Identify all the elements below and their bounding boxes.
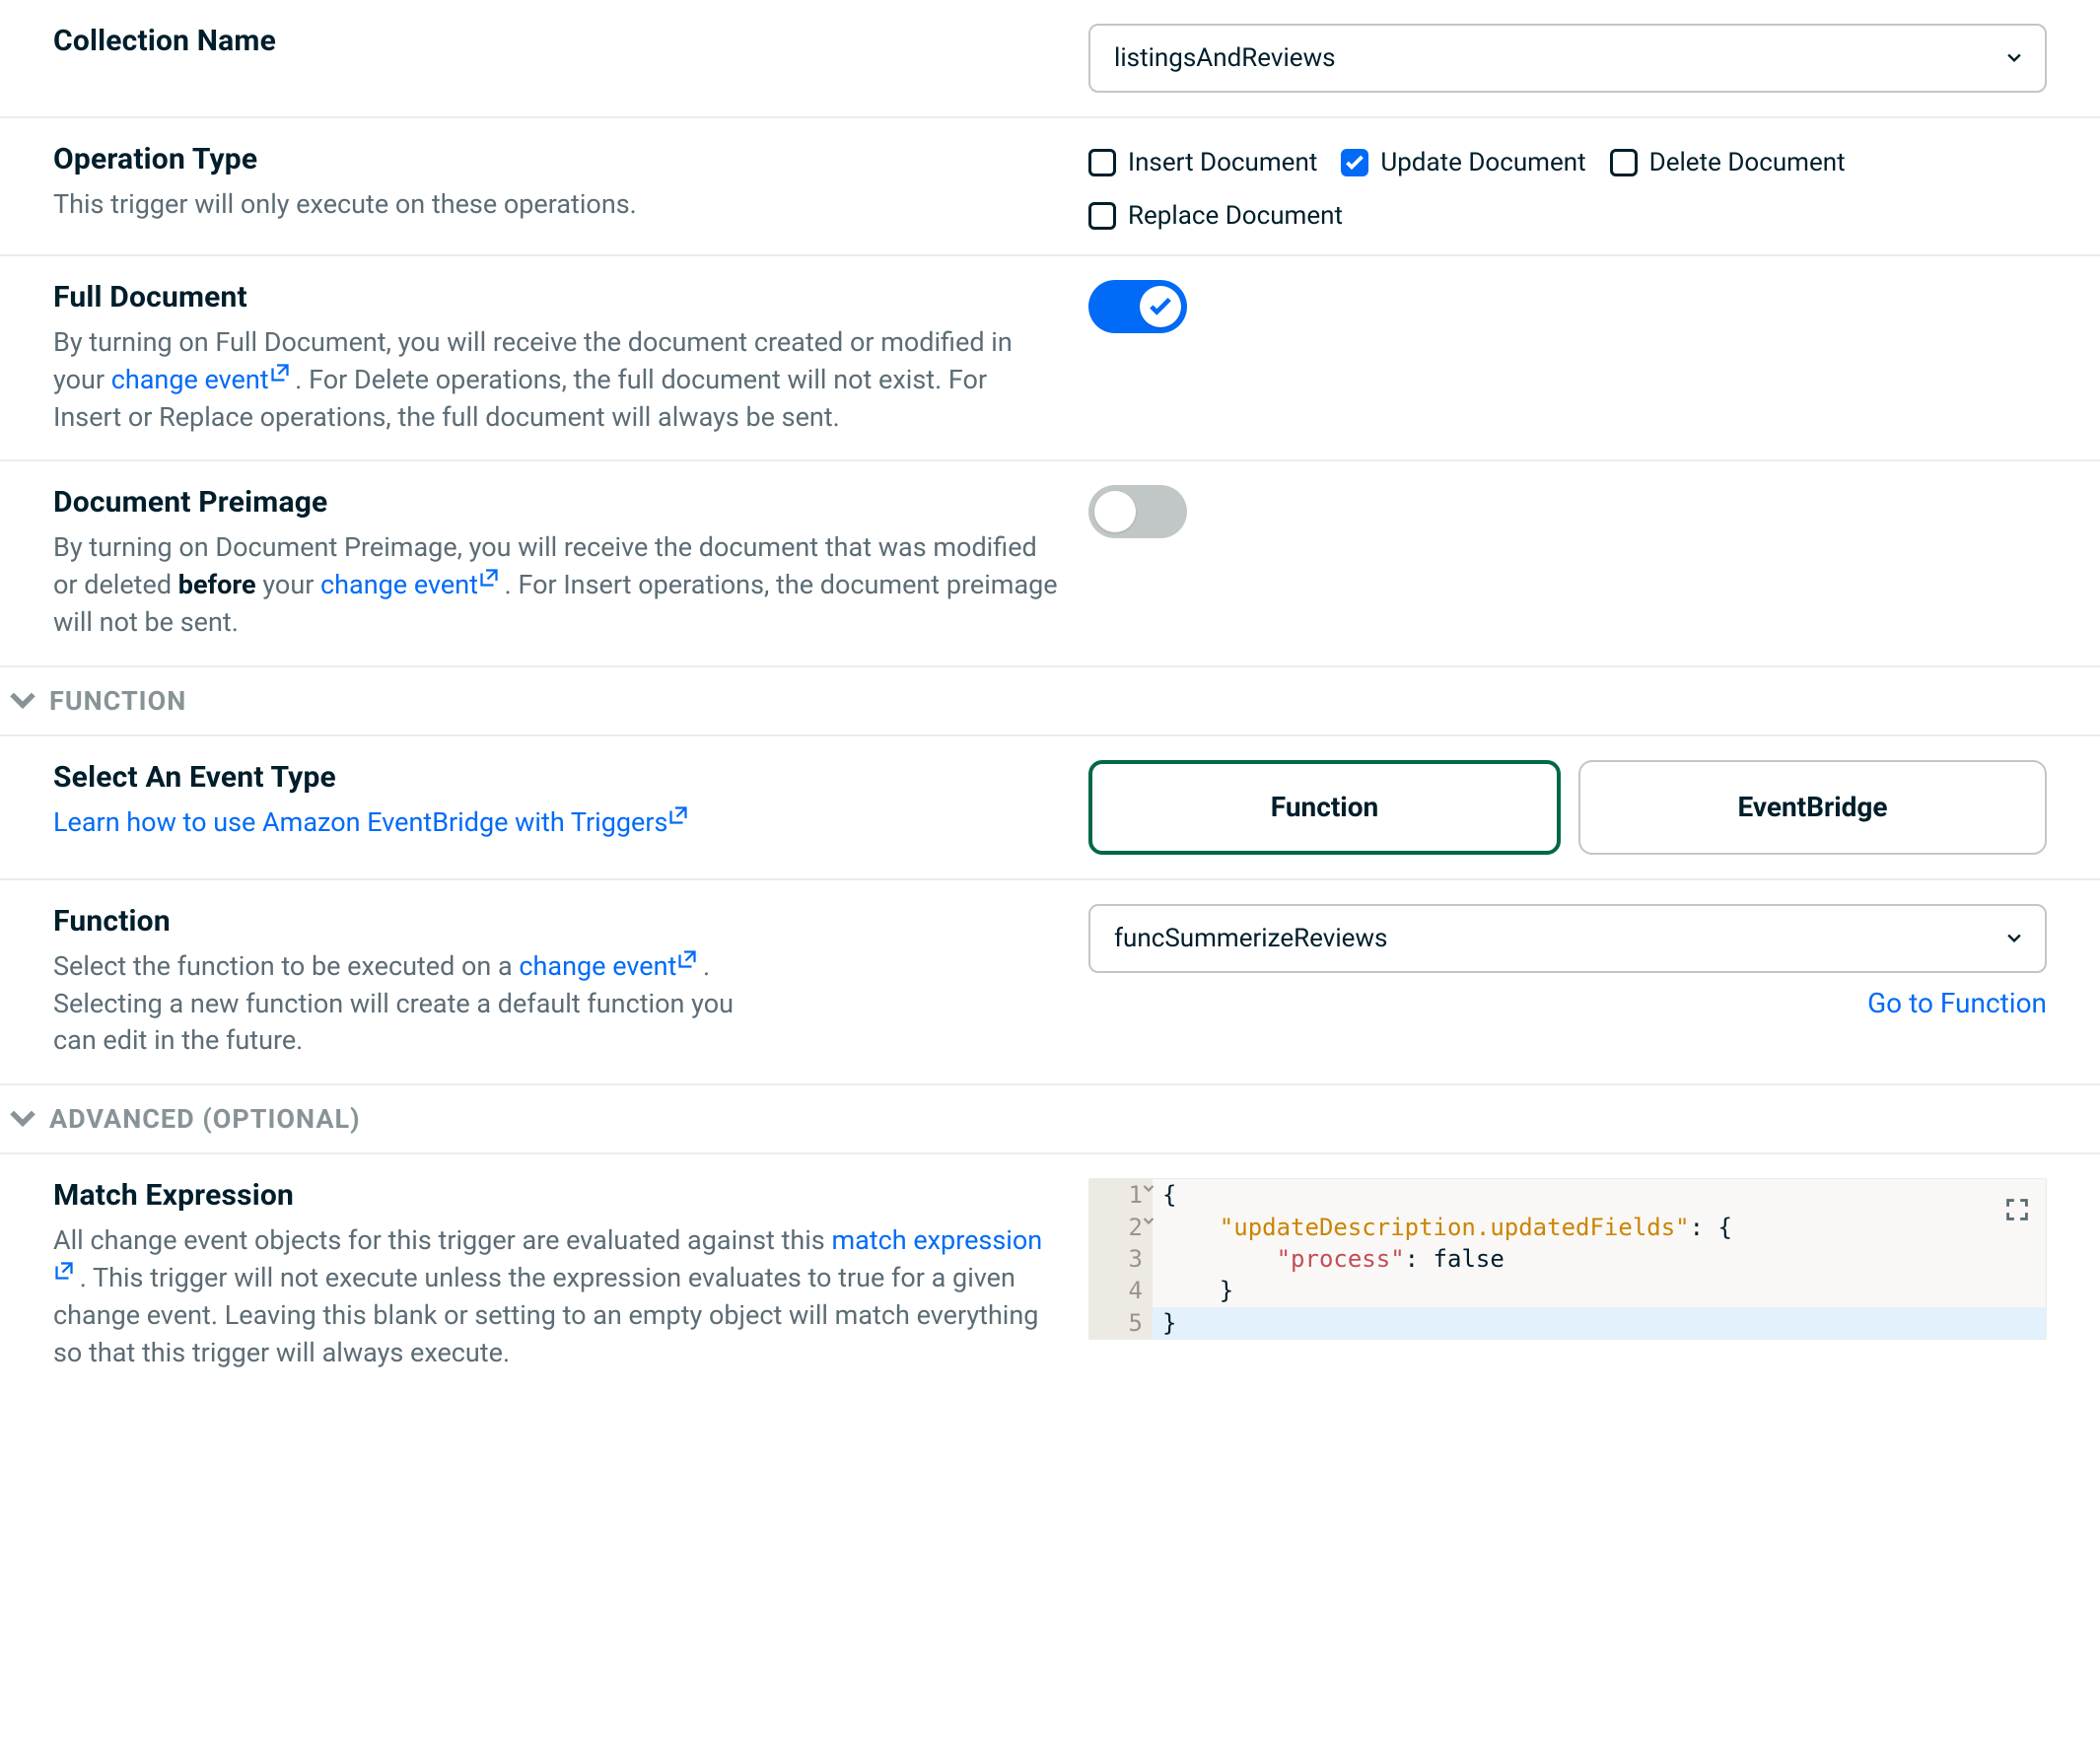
collection-name-value: listingsAndReviews	[1114, 43, 1336, 73]
function-value: funcSummerizeReviews	[1114, 924, 1387, 953]
code-line[interactable]: 5}	[1089, 1307, 2046, 1339]
full-document-help: By turning on Full Document, you will re…	[53, 324, 1059, 436]
match-expression-editor[interactable]: 1{2 "updateDescription.updatedFields": {…	[1088, 1178, 2047, 1340]
section-advanced-header[interactable]: ADVANCED (OPTIONAL)	[0, 1085, 2100, 1154]
document-preimage-toggle[interactable]	[1088, 485, 1187, 538]
code-line[interactable]: 2 "updateDescription.updatedFields": {	[1089, 1212, 2046, 1243]
insert-document-checkbox[interactable]: Insert Document	[1088, 148, 1317, 177]
code-line[interactable]: 1{	[1089, 1179, 2046, 1211]
external-link-icon	[678, 950, 696, 968]
collection-name-title: Collection Name	[53, 24, 1059, 58]
external-link-icon	[480, 569, 498, 587]
update-document-checkbox[interactable]: Update Document	[1341, 148, 1585, 177]
checkbox-label: Insert Document	[1128, 148, 1317, 177]
external-link-icon	[271, 364, 289, 382]
event-type-eventbridge-button[interactable]: EventBridge	[1578, 760, 2047, 855]
chevron-down-icon	[2007, 51, 2021, 65]
checkbox-icon	[1088, 202, 1116, 230]
expand-icon[interactable]	[2006, 1197, 2028, 1228]
checkbox-label: Replace Document	[1128, 201, 1343, 231]
checkbox-label: Delete Document	[1649, 148, 1846, 177]
checkbox-icon	[1610, 149, 1638, 176]
section-function-header[interactable]: FUNCTION	[0, 667, 2100, 736]
chevron-down-icon	[10, 688, 35, 714]
checkbox-icon	[1341, 149, 1368, 176]
chevron-down-icon	[2007, 932, 2021, 945]
code-line[interactable]: 3 "process": false	[1089, 1243, 2046, 1275]
document-preimage-help: By turning on Document Preimage, you wil…	[53, 529, 1059, 641]
full-document-toggle[interactable]	[1088, 280, 1187, 333]
checkbox-label: Update Document	[1380, 148, 1585, 177]
function-select[interactable]: funcSummerizeReviews	[1088, 904, 2047, 973]
fold-icon[interactable]	[1143, 1183, 1155, 1195]
full-document-title: Full Document	[53, 280, 1059, 314]
event-type-title: Select An Event Type	[53, 760, 1059, 795]
function-help: Select the function to be executed on a …	[53, 948, 763, 1060]
function-title: Function	[53, 904, 1059, 939]
learn-eventbridge-link[interactable]: Learn how to use Amazon EventBridge with…	[53, 806, 687, 838]
section-advanced-label: ADVANCED (OPTIONAL)	[49, 1103, 361, 1135]
section-function-label: FUNCTION	[49, 685, 186, 717]
collection-name-select[interactable]: listingsAndReviews	[1088, 24, 2047, 93]
code-line[interactable]: 4 }	[1089, 1275, 2046, 1306]
external-link-icon	[669, 806, 687, 824]
chevron-down-icon	[10, 1106, 35, 1132]
document-preimage-title: Document Preimage	[53, 485, 1059, 520]
delete-document-checkbox[interactable]: Delete Document	[1610, 148, 1846, 177]
external-link-icon	[55, 1262, 73, 1280]
checkbox-icon	[1088, 149, 1116, 176]
operation-type-help: This trigger will only execute on these …	[53, 186, 1059, 224]
operation-type-title: Operation Type	[53, 142, 1059, 176]
match-expression-help: All change event objects for this trigge…	[53, 1222, 1059, 1371]
match-expression-title: Match Expression	[53, 1178, 1059, 1213]
event-type-function-button[interactable]: Function	[1088, 760, 1561, 855]
fold-icon[interactable]	[1143, 1216, 1155, 1227]
replace-document-checkbox[interactable]: Replace Document	[1088, 201, 1343, 231]
change-event-link[interactable]: change event	[111, 364, 289, 395]
change-event-link[interactable]: change event	[519, 950, 696, 982]
change-event-link[interactable]: change event	[320, 569, 498, 600]
go-to-function-link[interactable]: Go to Function	[1088, 987, 2047, 1019]
check-icon	[1150, 296, 1171, 317]
